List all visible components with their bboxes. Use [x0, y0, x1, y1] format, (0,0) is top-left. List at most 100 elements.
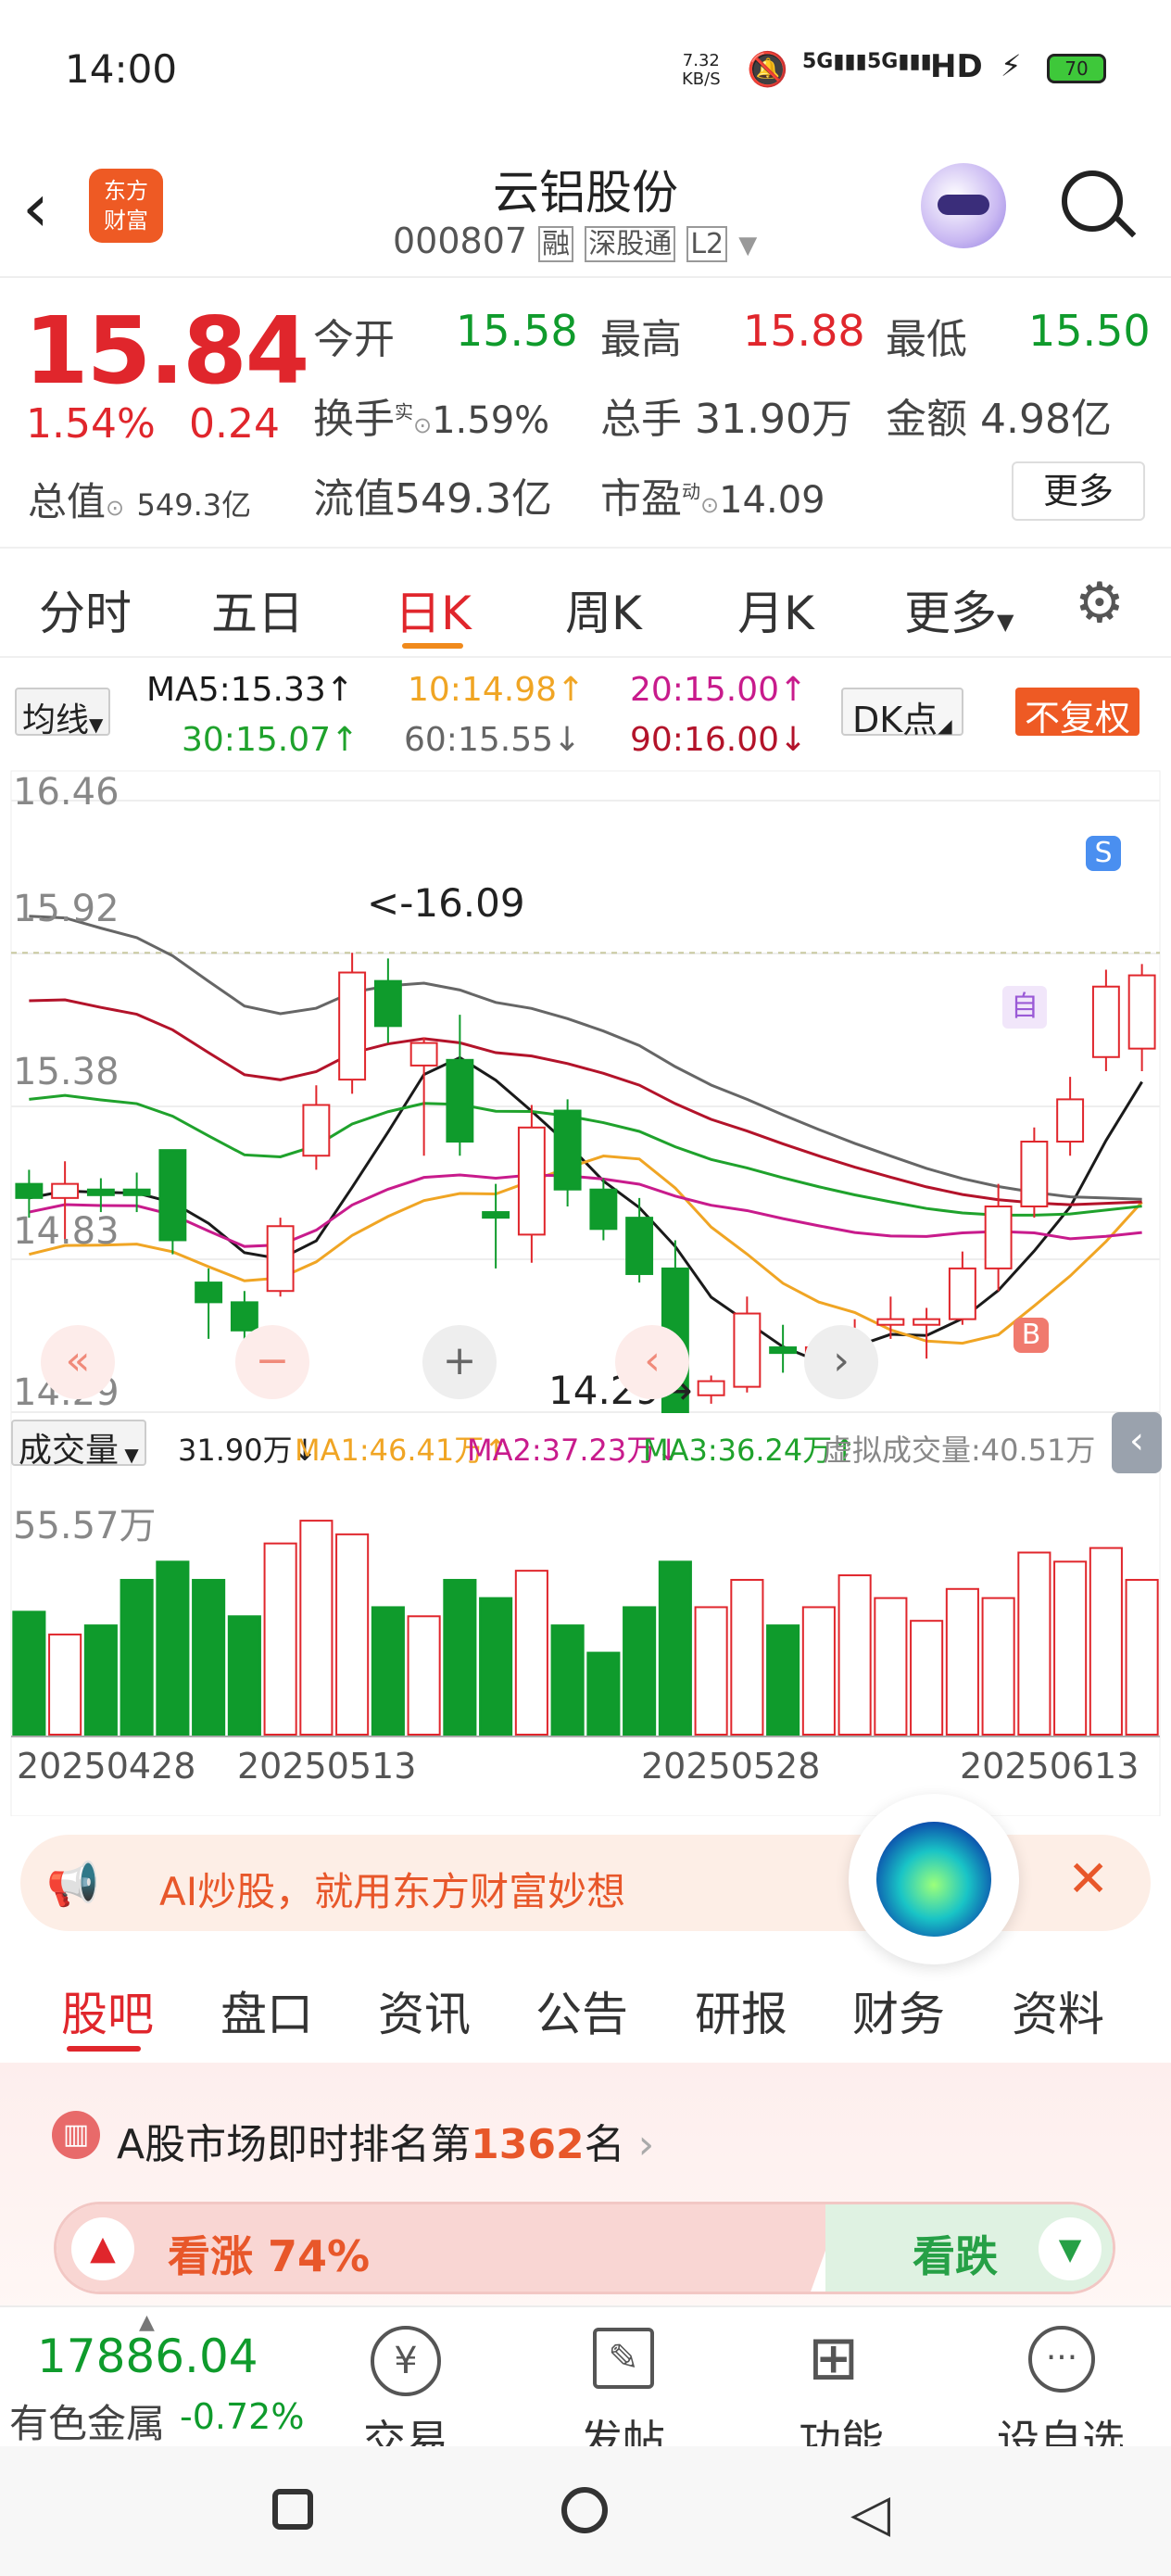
search-icon[interactable] — [1062, 170, 1137, 238]
back-triangle-icon[interactable]: ◁ — [850, 2483, 890, 2544]
buy-badge[interactable]: B — [1014, 1318, 1049, 1353]
y-tick-3: 15.38 — [13, 1051, 120, 1093]
tab-announcements[interactable]: 公告 — [535, 1977, 628, 2044]
volume-bar — [371, 1606, 405, 1736]
tab-weekly-k[interactable]: 周K — [565, 576, 642, 643]
tab-finance[interactable]: 财务 — [852, 1977, 945, 2044]
candle-body — [1056, 1098, 1085, 1143]
candle-body — [230, 1301, 258, 1332]
clock: 14:00 — [65, 46, 178, 92]
collapse-panel-icon[interactable]: ‹ — [1112, 1412, 1162, 1473]
candle-body — [338, 971, 367, 1081]
volume-bar — [801, 1606, 836, 1736]
volume-bar — [443, 1578, 477, 1736]
signal2-icon: 5G▮▮▮ — [867, 50, 932, 73]
candle-body — [302, 1104, 331, 1157]
tab-5day[interactable]: 五日 — [211, 576, 304, 643]
dk-point-button[interactable]: DK点◢ — [841, 688, 963, 740]
volume-bar — [192, 1578, 226, 1736]
function-grid-icon[interactable]: ⊞ — [808, 2326, 859, 2391]
candle-body — [625, 1217, 654, 1275]
tab-research[interactable]: 研报 — [695, 1977, 787, 2044]
volume-bar — [156, 1560, 190, 1736]
tab-daily-k[interactable]: 日K — [395, 576, 472, 643]
recent-apps-icon[interactable] — [272, 2489, 313, 2530]
adjust-button[interactable]: 不复权 — [1015, 688, 1140, 739]
ma-legend: 均线▼ MA5:15.33↑ 10:14.98↑ 20:15.00↑ 30:15… — [0, 660, 1171, 764]
y-tick-1: 16.46 — [13, 771, 120, 814]
candle-body — [1091, 985, 1120, 1058]
candle-body — [589, 1188, 618, 1231]
next-icon[interactable]: › — [804, 1325, 878, 1399]
home-icon[interactable] — [561, 2487, 608, 2533]
volume-bar — [910, 1620, 944, 1736]
trade-yen-icon[interactable]: ¥ — [371, 2326, 441, 2396]
volume-bar — [263, 1542, 297, 1736]
volume-bar — [586, 1651, 621, 1736]
volume-selector[interactable]: 成交量 ▼ — [11, 1420, 146, 1470]
sector-name[interactable]: 有色金属 — [9, 2393, 165, 2449]
candle-body — [482, 1211, 510, 1219]
post-edit-icon[interactable]: ✎ — [593, 2328, 654, 2389]
candle-body — [266, 1225, 295, 1293]
volume-bar — [730, 1578, 764, 1736]
tab-orderbook[interactable]: 盘口 — [220, 1977, 313, 2044]
volume-bar — [1053, 1560, 1088, 1736]
volume-bar — [837, 1574, 872, 1736]
ma90-value: 90:16.00↓ — [630, 721, 808, 759]
scroll-left-icon[interactable]: « — [41, 1325, 115, 1399]
more-dots-icon[interactable]: ··· — [1028, 2326, 1095, 2393]
tag-margin: 融 — [538, 226, 574, 262]
candle-body — [948, 1267, 976, 1320]
ma-selector[interactable]: 均线▼ — [15, 688, 111, 739]
tab-more[interactable]: 更多▼ — [904, 576, 1014, 643]
date-tick-2: 20250513 — [237, 1746, 417, 1787]
market-cap: 总值⊙ 549.3亿 — [28, 479, 252, 524]
sector-change: -0.72% — [180, 2396, 305, 2437]
zoom-in-icon[interactable]: + — [422, 1325, 497, 1399]
zoom-out-icon[interactable]: − — [235, 1325, 309, 1399]
robot-assistant-icon[interactable] — [921, 163, 1006, 248]
sell-badge[interactable]: S — [1086, 836, 1121, 871]
candle-body — [122, 1188, 151, 1196]
bearish-button[interactable]: ▼ — [1039, 2217, 1102, 2280]
self-select-badge[interactable]: 自 — [1002, 986, 1047, 1029]
tab-forum[interactable]: 股吧 — [61, 1977, 154, 2044]
vol-axis-max: 55.57万 — [13, 1505, 157, 1547]
tab-intraday[interactable]: 分时 — [39, 576, 132, 643]
ma60-value: 60:15.55↓ — [404, 721, 582, 759]
y-tick-4: 14.83 — [13, 1210, 120, 1253]
prev-icon[interactable]: ‹ — [615, 1325, 689, 1399]
volume-bar — [1125, 1578, 1159, 1736]
abs-change: 0.24 — [189, 400, 280, 448]
turnover: 换手实⊙1.59% — [313, 396, 550, 443]
bullish-button[interactable]: ▲ — [71, 2217, 134, 2280]
low-value: 15.50 — [1028, 306, 1151, 356]
tab-monthly-k[interactable]: 月K — [737, 576, 814, 643]
tab-profile[interactable]: 资料 — [1012, 1977, 1104, 2044]
volume-bar — [694, 1606, 728, 1736]
volume: 总手 31.90万 — [600, 396, 852, 443]
ai-assistant-orb-icon[interactable] — [849, 1794, 1019, 1964]
close-banner-icon[interactable]: ✕ — [1067, 1850, 1109, 1908]
bottom-toolbar: ▲ 17886.04 有色金属 -0.72% ¥ 交易 ✎ 发帖 ⊞ 功能 ··… — [0, 2305, 1171, 2466]
tab-news[interactable]: 资讯 — [378, 1977, 471, 2044]
ma20-value: 20:15.00↑ — [630, 671, 808, 709]
candle-body — [733, 1312, 762, 1388]
high-value: 15.88 — [743, 306, 865, 356]
volume-bar — [1017, 1551, 1051, 1736]
settings-gear-icon[interactable]: ⚙ — [1075, 571, 1125, 636]
tag-connect: 深股通 — [585, 226, 676, 262]
ma30-value: 30:15.07↑ — [182, 721, 359, 759]
sector-index-value[interactable]: 17886.04 — [37, 2330, 258, 2383]
volume-bar — [299, 1520, 334, 1736]
system-nav-bar: ◁ — [0, 2446, 1171, 2576]
last-price: 15.84 — [24, 297, 309, 405]
high-label: 最高 — [600, 316, 682, 363]
kline-chart[interactable] — [0, 764, 1171, 1816]
more-button[interactable]: 更多 — [1012, 461, 1145, 521]
amount: 金额 4.98亿 — [886, 396, 1112, 443]
open-value: 15.58 — [456, 306, 578, 356]
quote-panel: 15.84 1.54% 0.24 总值⊙ 549.3亿 今开 15.58 最高 … — [0, 280, 1171, 547]
rank-text[interactable]: A股市场即时排名第1362名 › — [117, 2111, 654, 2170]
